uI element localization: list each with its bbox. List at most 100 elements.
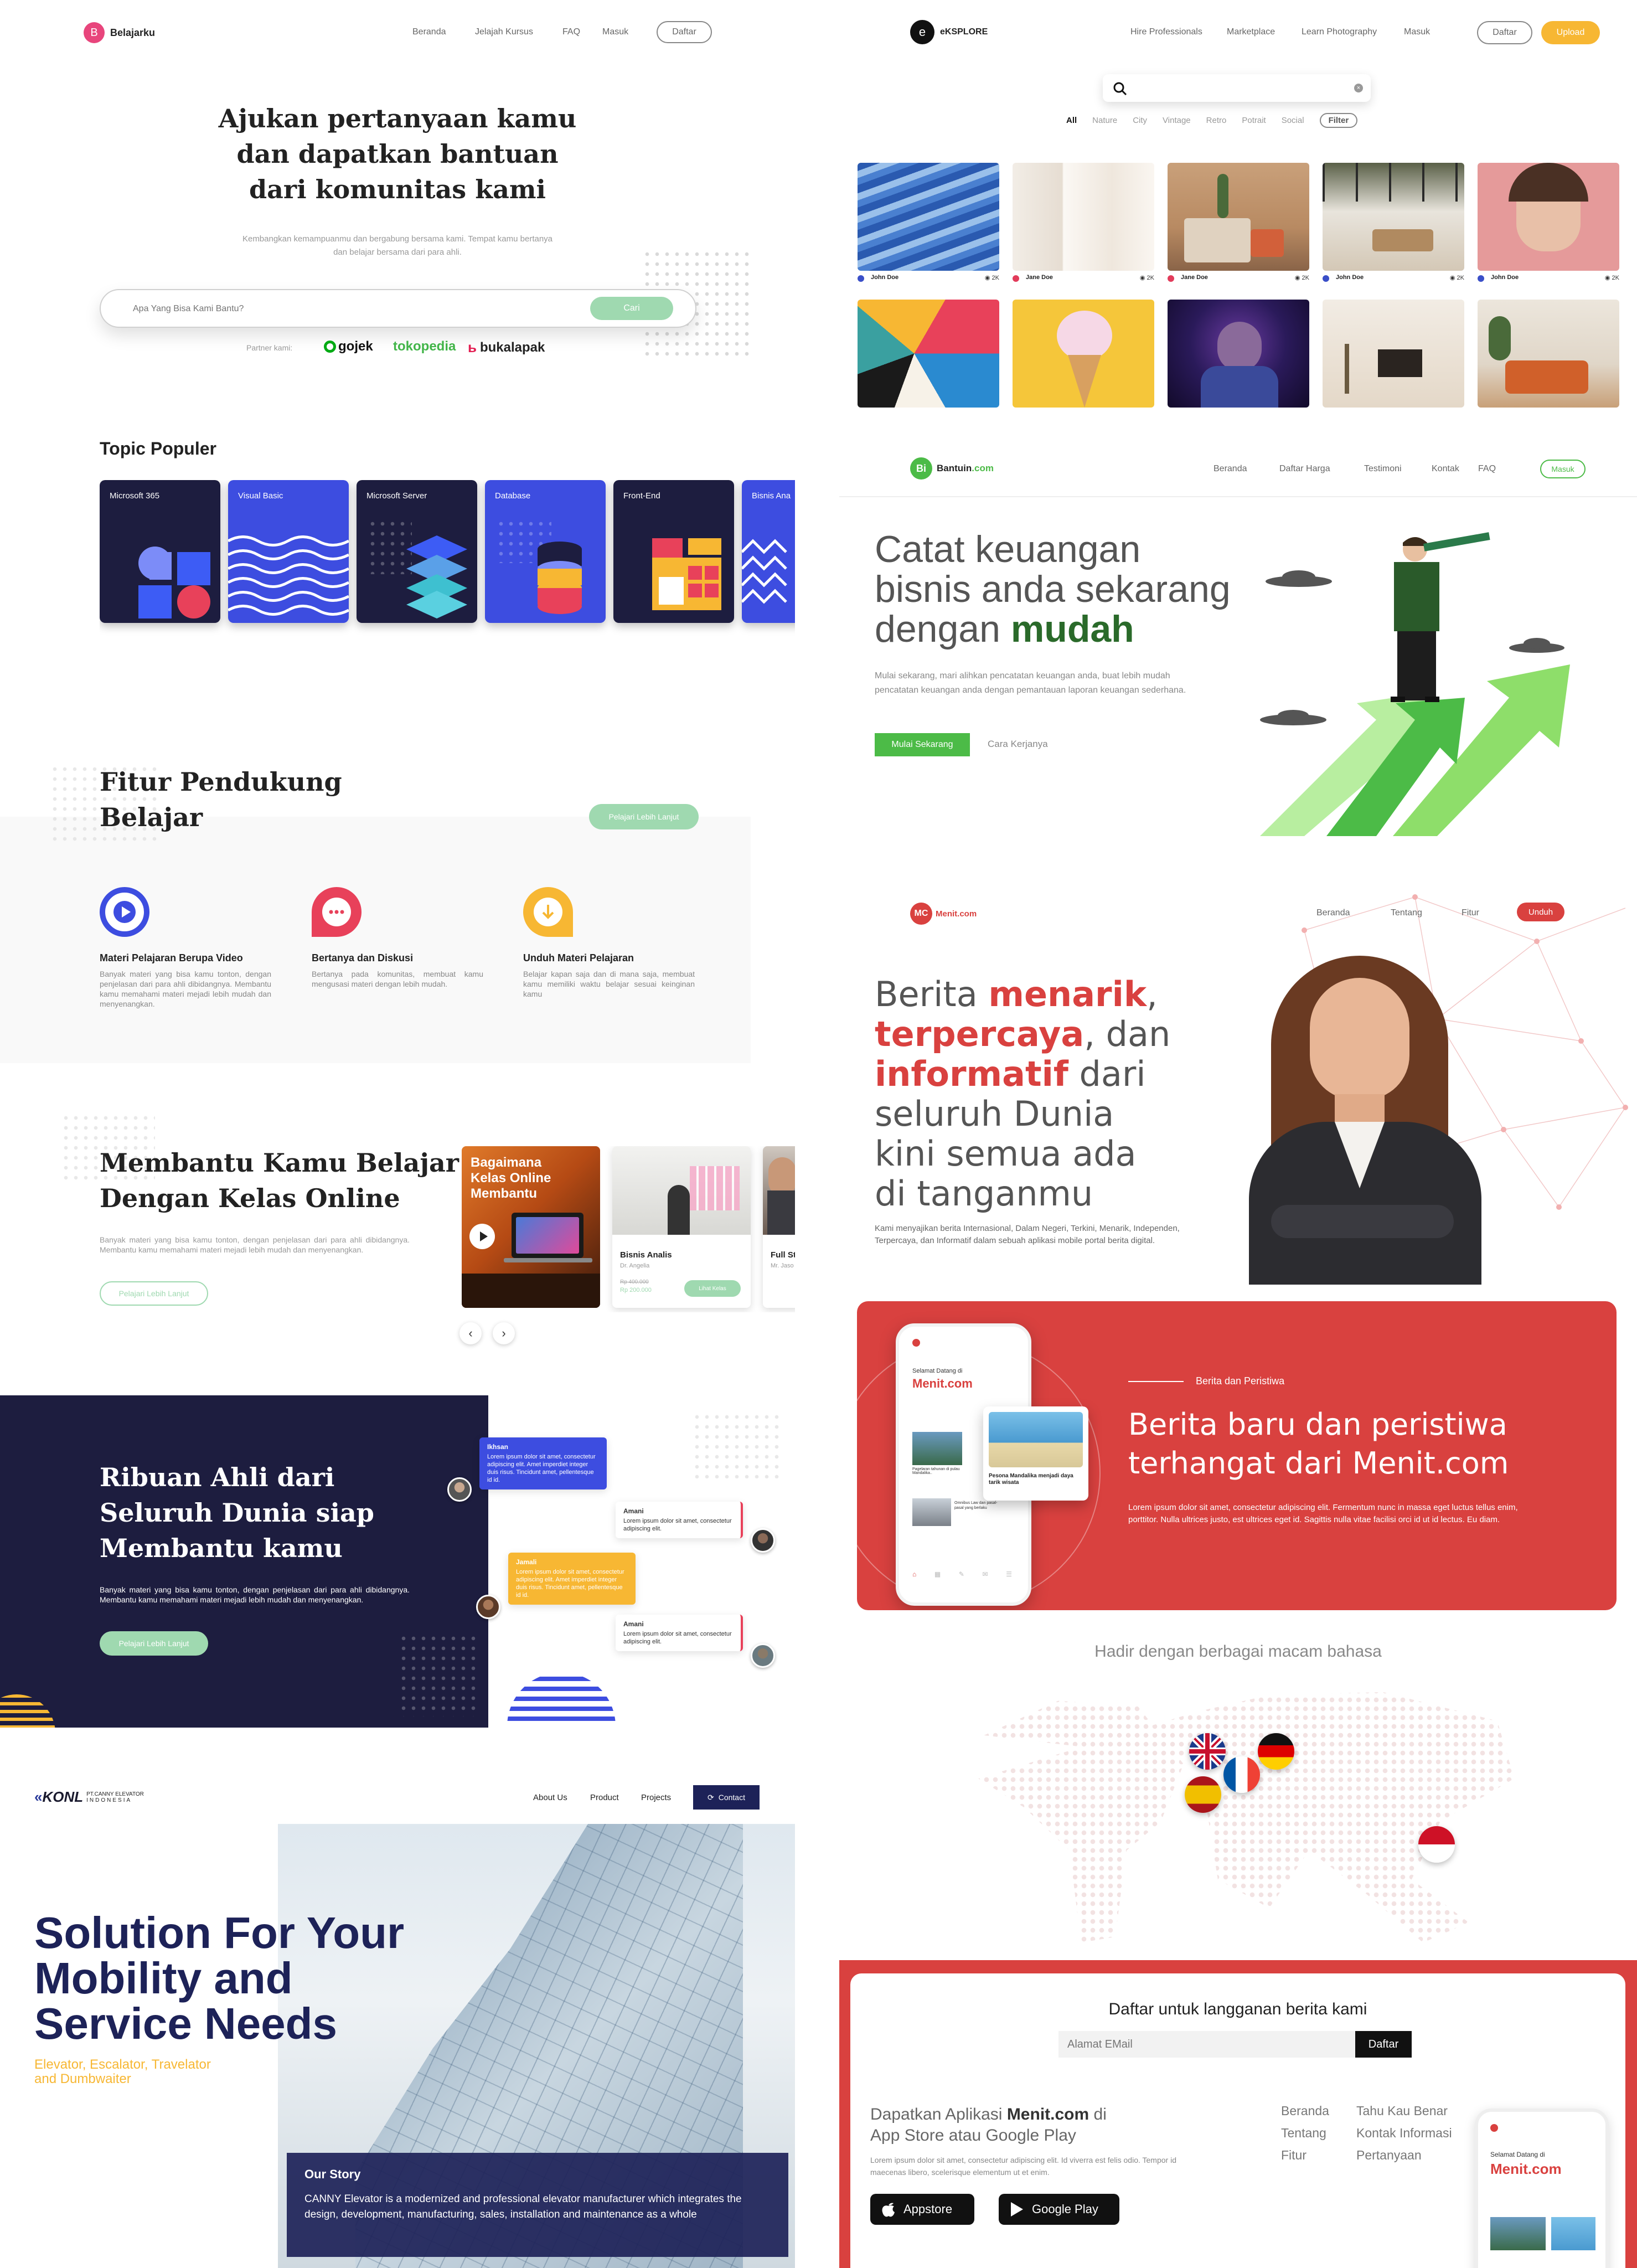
nav-masuk[interactable]: Masuk (1404, 27, 1430, 37)
photo-tile[interactable] (1478, 300, 1619, 408)
filter-tab-nature[interactable]: Nature (1092, 116, 1117, 125)
nav-learn-photography[interactable]: Learn Photography (1302, 27, 1377, 37)
chat-icon (312, 887, 362, 937)
photo-tile[interactable] (1168, 163, 1309, 271)
daftar-button[interactable]: Daftar (1477, 21, 1532, 44)
nav-beranda[interactable]: Beranda (412, 27, 446, 37)
search-input[interactable] (133, 300, 565, 318)
partner-label: Partner kami: (246, 343, 293, 352)
topic-card-database[interactable]: Database (485, 480, 606, 623)
appstore-button[interactable]: Appstore (870, 2194, 974, 2225)
topic-card-microsoft-365[interactable]: Microsoft 365 (100, 480, 220, 623)
googleplay-button[interactable]: Google Play (999, 2194, 1119, 2225)
course-banner-card[interactable]: Bagaimana Kelas Online Membantu (462, 1146, 600, 1308)
masuk-button[interactable]: Masuk (1540, 460, 1586, 478)
carousel-prev-button[interactable]: ‹ (459, 1322, 482, 1344)
unduh-button[interactable]: Unduh (1517, 903, 1564, 921)
footer-link[interactable]: Kontak Informasi (1356, 2122, 1452, 2144)
nav-testimoni[interactable]: Testimoni (1364, 464, 1402, 474)
footer-link[interactable]: Tentang (1281, 2122, 1329, 2144)
footer-link[interactable]: Beranda (1281, 2100, 1329, 2122)
topic-card-bisnis-analis[interactable]: Bisnis Ana (742, 480, 795, 623)
nav-faq[interactable]: FAQ (562, 27, 580, 37)
mulai-sekarang-button[interactable]: Mulai Sekarang (875, 733, 970, 756)
feature-title: Bertanya dan Diskusi (312, 952, 414, 963)
filter-tab-social[interactable]: Social (1282, 116, 1304, 125)
course-card[interactable]: Bisnis Analis Dr. Angelia Rp 400.000 Rp … (612, 1146, 751, 1308)
nav-hire-professionals[interactable]: Hire Professionals (1130, 27, 1202, 37)
nav-product[interactable]: Product (590, 1793, 619, 1802)
photo-tile[interactable] (1323, 163, 1464, 271)
topic-card-visual-basic[interactable]: Visual Basic (228, 480, 349, 623)
filter-tab-all[interactable]: All (1066, 116, 1077, 125)
feature-desc: Bertanya pada komunitas, membuat kamu me… (312, 970, 483, 988)
nav-masuk[interactable]: Masuk (602, 27, 628, 37)
photo-tile[interactable] (1478, 163, 1619, 271)
photo-meta: John Doe ◉ 2K (858, 272, 999, 285)
cara-kerjanya-link[interactable]: Cara Kerjanya (988, 739, 1048, 750)
photo-tile[interactable] (1013, 163, 1154, 271)
cari-button[interactable]: Cari (590, 297, 673, 320)
clear-icon[interactable]: × (1354, 84, 1363, 92)
pelajari-lebih-lanjut-button[interactable]: Pelajari Lebih Lanjut (589, 804, 699, 829)
nav-daftar-harga[interactable]: Daftar Harga (1279, 464, 1330, 474)
pelajari-lebih-lanjut-button[interactable]: Pelajari Lebih Lanjut (100, 1281, 208, 1306)
chat-bubble: Amani Lorem ipsum dolor sit amet, consect… (616, 1615, 743, 1651)
pelajari-lebih-lanjut-button[interactable]: Pelajari Lebih Lanjut (100, 1631, 208, 1656)
search-box[interactable]: × (1103, 74, 1371, 102)
daftar-button[interactable]: Daftar (657, 21, 712, 43)
nav-marketplace[interactable]: Marketplace (1227, 27, 1275, 37)
topic-card-microsoft-server[interactable]: Microsoft Server (357, 480, 477, 623)
logo-badge: e (910, 20, 934, 44)
belajarku-logo[interactable]: B Belajarku (84, 22, 155, 43)
nav-kontak[interactable]: Kontak (1432, 464, 1459, 474)
stripe-half-circle (0, 1694, 55, 1728)
footer-link[interactable]: Tahu Kau Benar (1356, 2100, 1452, 2122)
eye-icon: ◉ (1294, 275, 1300, 281)
logo-badge: B (84, 22, 105, 43)
menit-logo[interactable]: MC Menit.com (910, 903, 977, 925)
filter-tab-city[interactable]: City (1133, 116, 1147, 125)
nav-tentang[interactable]: Tentang (1391, 908, 1422, 918)
filter-tab-vintage[interactable]: Vintage (1163, 116, 1191, 125)
play-icon[interactable] (469, 1224, 495, 1249)
subscribe-title: Daftar untuk langganan berita kami (1108, 2000, 1367, 2018)
nav-beranda[interactable]: Beranda (1316, 908, 1350, 918)
footer-link[interactable]: Pertanyaan (1356, 2144, 1452, 2166)
fitur-background (0, 817, 751, 1063)
nav-about-us[interactable]: About Us (533, 1793, 567, 1802)
nav-faq[interactable]: FAQ (1478, 464, 1496, 474)
nav-jelajah-kursus[interactable]: Jelajah Kursus (475, 27, 533, 37)
photo-tile[interactable] (858, 300, 999, 408)
filter-tab-potrait[interactable]: Potrait (1242, 116, 1266, 125)
photo-tile[interactable] (858, 163, 999, 271)
logo-badge: Bi (910, 457, 932, 480)
footer-link[interactable]: Fitur (1281, 2144, 1329, 2166)
belajarku-hero: B Belajarku Beranda Jelajah Kursus FAQ M… (0, 0, 795, 410)
feature-desc: Banyak materi yang bisa kamu tonton, den… (100, 970, 271, 1008)
topic-carousel: Microsoft 365 Visual Basic Microsoft Ser… (100, 480, 795, 641)
eksplore-logo[interactable]: e eKSPLORE (910, 20, 988, 44)
course-card[interactable]: Full St Mr. Jaso (763, 1146, 795, 1308)
gojek-icon (324, 341, 336, 353)
hero-desc: Kami menyajikan berita Internasional, Da… (875, 1224, 1180, 1245)
lihat-kelas-button[interactable]: Lihat Kelas (684, 1280, 741, 1297)
nav-fitur[interactable]: Fitur (1462, 908, 1479, 918)
feature-title: Unduh Materi Pelajaran (523, 952, 634, 963)
bantuin-logo[interactable]: Bi Bantuin.com (910, 457, 994, 480)
email-input[interactable] (1067, 2035, 1333, 2053)
contact-button[interactable]: ⟳ Contact (693, 1785, 760, 1810)
filter-tab-retro[interactable]: Retro (1206, 116, 1227, 125)
filter-button[interactable]: Filter (1319, 113, 1358, 128)
photo-tile[interactable] (1323, 300, 1464, 408)
upload-button[interactable]: Upload (1541, 21, 1600, 44)
photo-tile[interactable] (1168, 300, 1309, 408)
photo-tile[interactable] (1013, 300, 1154, 408)
bahasa-title: Hadir dengan berbagai macam bahasa (1094, 1642, 1382, 1661)
nav-projects[interactable]: Projects (641, 1793, 671, 1802)
canny-logo[interactable]: « KONL PT.CANNY ELEVATOR INDONESIA (34, 1788, 144, 1806)
topic-card-front-end[interactable]: Front-End (613, 480, 734, 623)
carousel-next-button[interactable]: › (493, 1322, 515, 1344)
daftar-button[interactable]: Daftar (1355, 2031, 1412, 2058)
nav-beranda[interactable]: Beranda (1213, 464, 1247, 474)
